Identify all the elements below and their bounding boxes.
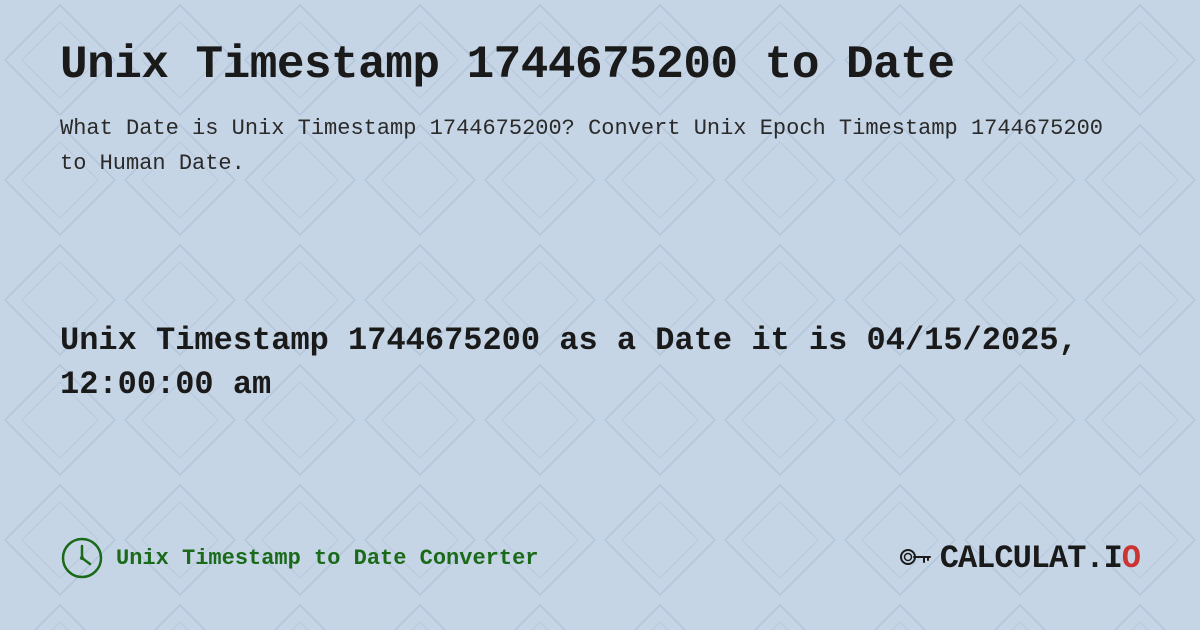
description-text: What Date is Unix Timestamp 1744675200? … [60, 111, 1140, 181]
calculat-logo[interactable]: CALCULAT.IO [896, 539, 1140, 577]
clock-icon [60, 536, 104, 580]
page-title: Unix Timestamp 1744675200 to Date [60, 40, 1140, 91]
result-text: Unix Timestamp 1744675200 as a Date it i… [60, 319, 1140, 409]
footer-link[interactable]: Unix Timestamp to Date Converter [60, 536, 538, 580]
footer-link-text: Unix Timestamp to Date Converter [116, 546, 538, 571]
logo-icon [896, 539, 934, 577]
logo-text: CALCULAT.IO [940, 540, 1140, 577]
